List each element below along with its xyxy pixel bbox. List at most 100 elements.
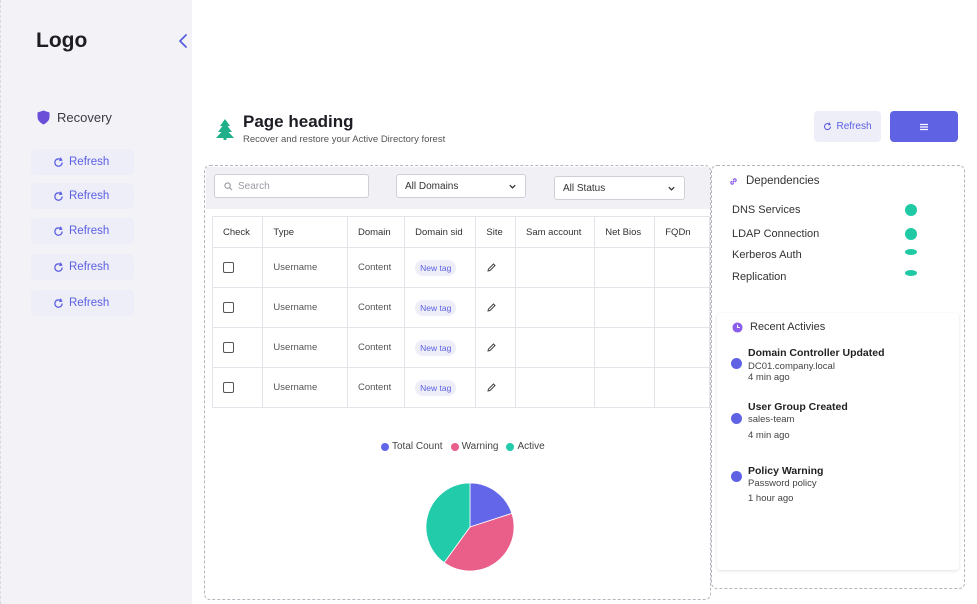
activity-title[interactable]: User Group Created [748, 401, 848, 413]
legend-label: Total Count [392, 441, 443, 452]
type-cell: Username [262, 287, 348, 328]
activity-title[interactable]: Domain Controller Updated [748, 347, 885, 359]
net-bios-cell [594, 247, 656, 288]
check-cell [211, 327, 264, 368]
chart-legend: Total Count Warning Active [381, 441, 545, 452]
activity-detail: sales-team [748, 414, 795, 425]
site-cell [475, 327, 516, 368]
row-checkbox[interactable] [223, 301, 234, 313]
domain-sid-cell: New tag [404, 287, 477, 328]
activity-time: 1 hour ago [748, 493, 794, 504]
link-icon [730, 177, 737, 185]
chevron-down-icon [509, 184, 516, 189]
table-row: Username Content New tag [211, 327, 710, 368]
legend-item[interactable]: Total Count [381, 441, 443, 452]
legend-swatch [381, 442, 389, 451]
site-cell [475, 247, 516, 288]
sidebar-item-refresh[interactable]: Refresh [31, 254, 134, 280]
menu-button[interactable] [890, 111, 958, 142]
new-tag-badge[interactable]: New tag [415, 259, 457, 276]
column-header-domain: Domain [346, 216, 406, 248]
sidebar-item-label: Refresh [69, 297, 110, 309]
edit-icon[interactable] [486, 342, 497, 353]
sam-account-cell [514, 367, 596, 408]
row-checkbox[interactable] [223, 381, 234, 393]
domain-select[interactable]: All Domains [396, 174, 526, 198]
refresh-button-label: Refresh [836, 121, 872, 132]
table-row: Username Content New tag [211, 247, 710, 288]
activity-dot [731, 358, 742, 369]
legend-item[interactable]: Active [506, 441, 545, 452]
status-select[interactable]: All Status [554, 176, 685, 200]
dependency-status-dot [905, 249, 917, 255]
logo: Logo [36, 29, 88, 52]
activity-title[interactable]: Policy Warning [748, 465, 823, 477]
menu-icon [920, 123, 928, 130]
fqdn-cell [654, 287, 710, 328]
sidebar-item-refresh[interactable]: Refresh [31, 218, 134, 244]
column-header-fqdn: FQDn [654, 216, 710, 248]
activity-detail: Password policy [748, 478, 817, 489]
domain-sid-cell: New tag [404, 247, 477, 288]
sidebar-item-refresh[interactable]: Refresh [31, 290, 134, 316]
status-select-value: All Status [563, 182, 606, 194]
refresh-icon [54, 225, 63, 236]
main-panel: Search All Domains All Status Check Type… [204, 165, 711, 600]
activity-time: 4 min ago [748, 372, 790, 383]
activity-detail: DC01.company.local [748, 361, 835, 372]
legend-item[interactable]: Warning [450, 441, 498, 452]
collapse-sidebar-button[interactable] [177, 33, 189, 49]
dependency-item: LDAP Connection [732, 228, 820, 240]
page-title: Page heading [243, 112, 354, 131]
sidebar-section-label: Recovery [57, 110, 112, 125]
domain-cell: Content [346, 287, 406, 328]
new-tag-badge[interactable]: New tag [415, 339, 457, 356]
recent-activities-card: Recent Activies Domain Controller Update… [717, 313, 959, 570]
type-cell: Username [262, 247, 348, 288]
edit-icon[interactable] [486, 382, 497, 393]
refresh-button[interactable]: Refresh [814, 111, 881, 142]
dependency-status-dot [905, 228, 917, 240]
legend-label: Active [517, 441, 545, 452]
edit-icon[interactable] [486, 302, 497, 313]
refresh-icon [824, 122, 832, 130]
column-header-site: Site [475, 216, 516, 248]
new-tag-badge[interactable]: New tag [415, 379, 457, 396]
sam-account-cell [514, 287, 596, 328]
column-header-check: Check [211, 216, 264, 248]
dependency-item: Kerberos Auth [732, 249, 802, 261]
sidebar-item-refresh[interactable]: Refresh [31, 149, 134, 175]
edit-icon[interactable] [486, 262, 497, 273]
site-cell [475, 287, 516, 328]
table-row: Username Content New tag [211, 287, 710, 328]
dependency-status-dot [905, 204, 917, 216]
dependencies-header: Dependencies [728, 175, 820, 187]
refresh-icon [54, 297, 63, 308]
domain-sid-cell: New tag [404, 327, 477, 368]
sam-account-cell [514, 247, 596, 288]
sidebar-section-recovery[interactable]: Recovery [37, 110, 112, 125]
search-placeholder: Search [238, 180, 270, 192]
search-icon [224, 181, 233, 190]
row-checkbox[interactable] [223, 341, 234, 353]
refresh-icon [54, 190, 63, 201]
refresh-icon [54, 156, 63, 167]
dependency-status-dot [905, 270, 917, 276]
check-cell [211, 287, 264, 328]
activity-time: 4 min ago [748, 430, 790, 441]
fqdn-cell [654, 247, 710, 288]
refresh-icon [54, 261, 63, 272]
column-header-net-bios: Net Bios [594, 216, 656, 248]
chevron-left-icon [179, 34, 187, 48]
search-input[interactable]: Search [214, 174, 369, 198]
row-checkbox[interactable] [223, 261, 234, 273]
activity-dot [731, 471, 742, 482]
filter-bar: Search All Domains All Status [206, 167, 710, 209]
dependencies-title: Dependencies [746, 175, 820, 187]
domain-cell: Content [346, 247, 406, 288]
chevron-down-icon [668, 186, 675, 191]
domain-cell: Content [346, 327, 406, 368]
dependency-item: Replication [732, 271, 787, 283]
sidebar-item-refresh[interactable]: Refresh [31, 183, 134, 209]
new-tag-badge[interactable]: New tag [415, 299, 457, 316]
